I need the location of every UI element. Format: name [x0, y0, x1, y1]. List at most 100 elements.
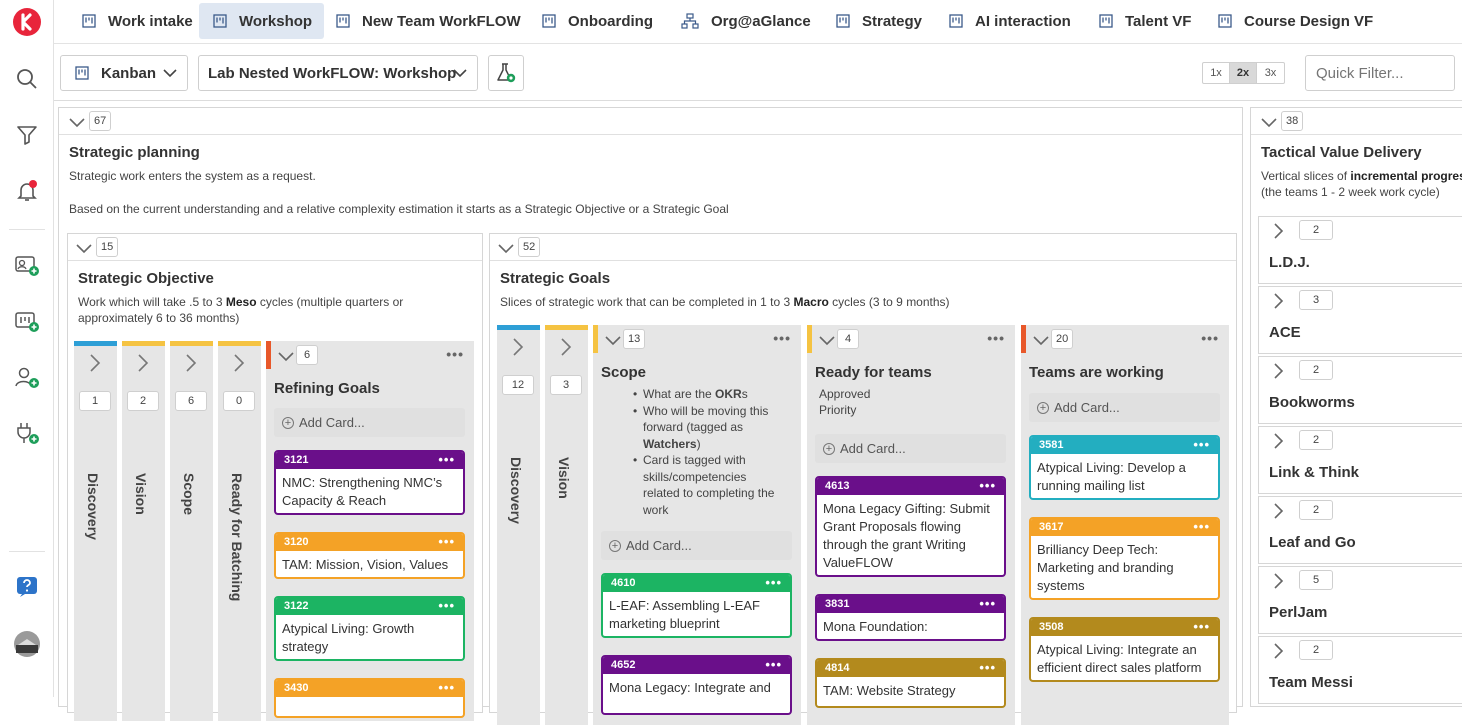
card-4610[interactable]: 4610 ••• L-EAF: Assembling L-EAF marketin…	[601, 573, 792, 638]
add-board-icon[interactable]	[11, 305, 43, 337]
card-menu-icon[interactable]: •••	[979, 478, 996, 494]
board-selector-dropdown[interactable]: Lab Nested WorkFLOW: Workshop	[198, 55, 478, 91]
tab-org-at-a-glance[interactable]: Org@aGlance	[667, 3, 823, 39]
chevron-right-icon[interactable]	[1273, 642, 1285, 660]
chevron-right-icon[interactable]	[1273, 362, 1285, 380]
card-4652[interactable]: 4652 ••• Mona Legacy: Integrate and	[601, 655, 792, 715]
column-title: Ready for teams	[815, 364, 932, 381]
chevron-right-icon[interactable]	[88, 353, 102, 373]
column-menu-icon[interactable]: •••	[987, 330, 1005, 346]
card-3121[interactable]: 3121 ••• NMC: Strengthening NMC’s Capacit…	[274, 450, 465, 515]
tab-work-intake[interactable]: Work intake	[68, 3, 205, 39]
zoom-level-toggle: 1x 2x 3x	[1202, 62, 1285, 84]
add-user-icon[interactable]	[11, 361, 43, 393]
card-title: Atypical Living: Growth strategy	[282, 621, 415, 654]
card-menu-icon[interactable]: •••	[765, 575, 782, 591]
chevron-down-icon[interactable]	[74, 238, 94, 258]
chevron-down-icon[interactable]	[603, 330, 623, 350]
card-menu-icon[interactable]: •••	[1193, 619, 1210, 635]
zoom-1x-button[interactable]: 1x	[1203, 63, 1230, 83]
card-menu-icon[interactable]: •••	[438, 680, 455, 696]
chevron-right-icon[interactable]	[1273, 572, 1285, 590]
card-menu-icon[interactable]: •••	[1193, 519, 1210, 535]
tab-label: Talent VF	[1125, 12, 1192, 30]
card-menu-icon[interactable]: •••	[438, 452, 455, 468]
chevron-down-icon[interactable]	[817, 330, 837, 350]
user-avatar[interactable]	[11, 628, 43, 660]
tab-onboarding[interactable]: Onboarding	[528, 3, 665, 39]
add-card-button[interactable]: + Add Card...	[1029, 393, 1220, 422]
card-3617[interactable]: 3617 ••• Brilliancy Deep Tech: Marketing …	[1029, 517, 1220, 600]
collapsed-column-discovery[interactable]: 1 Discovery	[74, 341, 117, 721]
collapsed-column-vision[interactable]: 3 Vision	[545, 325, 588, 725]
chevron-down-icon[interactable]	[1259, 112, 1279, 132]
card-4613[interactable]: 4613 ••• Mona Legacy Gifting: Submit Gran…	[815, 476, 1006, 577]
card-menu-icon[interactable]: •••	[1193, 437, 1210, 453]
zoom-2x-button[interactable]: 2x	[1230, 63, 1257, 83]
chevron-down-icon[interactable]	[1031, 330, 1051, 350]
chevron-right-icon[interactable]	[1273, 222, 1285, 240]
card-title: Mona Legacy Gifting: Submit Grant Propos…	[823, 501, 990, 570]
lane-header: 52	[490, 234, 1236, 261]
collapsed-column-vision[interactable]: 2 Vision	[122, 341, 165, 721]
tab-talent-vf[interactable]: Talent VF	[1085, 3, 1203, 39]
add-contact-card-icon[interactable]	[11, 249, 43, 281]
card-id: 3120	[284, 536, 309, 548]
card-4814[interactable]: 4814 ••• TAM: Website Strategy	[815, 658, 1006, 708]
card-3120[interactable]: 3120 ••• TAM: Mission, Vision, Values	[274, 532, 465, 579]
filter-icon[interactable]	[11, 119, 43, 151]
notifications-bell-icon[interactable]	[11, 175, 43, 207]
card-3508[interactable]: 3508 ••• Atypical Living: Integrate an ef…	[1029, 617, 1220, 682]
chevron-right-icon[interactable]	[136, 353, 150, 373]
collapsed-column-ready-for-batching[interactable]: 0 Ready for Batching	[218, 341, 261, 721]
policy-item: Card is tagged with skills/competencies …	[633, 452, 783, 518]
card-3430[interactable]: 3430 •••	[274, 678, 465, 718]
chevron-down-icon[interactable]	[67, 112, 87, 132]
card-3122[interactable]: 3122 ••• Atypical Living: Growth strategy	[274, 596, 465, 661]
quick-filter-input[interactable]	[1305, 55, 1455, 91]
tab-ai-interaction[interactable]: AI interaction	[935, 3, 1083, 39]
chevron-right-icon[interactable]	[511, 337, 525, 357]
card-menu-icon[interactable]: •••	[765, 657, 782, 673]
card-id: 3430	[284, 682, 309, 694]
tab-workshop[interactable]: Workshop	[199, 3, 325, 39]
help-question-icon[interactable]	[11, 571, 43, 603]
app-logo-icon[interactable]	[11, 6, 43, 38]
card-3581[interactable]: 3581 ••• Atypical Living: Develop a runni…	[1029, 435, 1220, 500]
chevron-right-icon[interactable]	[559, 337, 573, 357]
column-menu-icon[interactable]: •••	[446, 346, 464, 362]
tab-label: Course Design VF	[1244, 12, 1374, 30]
card-header: 3430 •••	[276, 680, 463, 697]
tab-strategy[interactable]: Strategy	[822, 3, 934, 39]
view-selector-dropdown[interactable]: Kanban	[60, 55, 188, 91]
chevron-down-icon[interactable]	[276, 346, 296, 366]
column-menu-icon[interactable]: •••	[773, 330, 791, 346]
chevron-right-icon[interactable]	[1273, 432, 1285, 450]
chevron-right-icon[interactable]	[232, 353, 246, 373]
card-title: Atypical Living: Integrate an efficient …	[1037, 642, 1202, 675]
add-card-button[interactable]: + Add Card...	[274, 408, 465, 437]
search-icon[interactable]	[11, 63, 43, 95]
card-3831[interactable]: 3831 ••• Mona Foundation:	[815, 594, 1006, 641]
column-menu-icon[interactable]: •••	[1201, 330, 1219, 346]
tab-label: Workshop	[239, 12, 313, 30]
lab-flask-button[interactable]	[488, 55, 524, 91]
card-menu-icon[interactable]: •••	[979, 660, 996, 676]
add-integration-plug-icon[interactable]	[11, 417, 43, 449]
chevron-right-icon[interactable]	[1273, 502, 1285, 520]
add-card-button[interactable]: + Add Card...	[815, 434, 1006, 463]
collapsed-column-discovery[interactable]: 12 Discovery	[497, 325, 540, 725]
zoom-3x-button[interactable]: 3x	[1257, 63, 1284, 83]
tab-new-team-workflow[interactable]: New Team WorkFLOW	[322, 3, 533, 39]
tab-course-design-vf[interactable]: Course Design VF	[1204, 3, 1385, 39]
board-icon	[542, 14, 556, 28]
card-menu-icon[interactable]: •••	[979, 596, 996, 612]
collapsed-column-scope[interactable]: 6 Scope	[170, 341, 213, 721]
add-card-button[interactable]: + Add Card...	[601, 531, 792, 560]
card-menu-icon[interactable]: •••	[438, 534, 455, 550]
column-scope: 13 ••• Scope What are the OKRs Who will …	[593, 325, 801, 725]
card-menu-icon[interactable]: •••	[438, 598, 455, 614]
chevron-right-icon[interactable]	[184, 353, 198, 373]
chevron-right-icon[interactable]	[1273, 292, 1285, 310]
chevron-down-icon[interactable]	[496, 238, 516, 258]
